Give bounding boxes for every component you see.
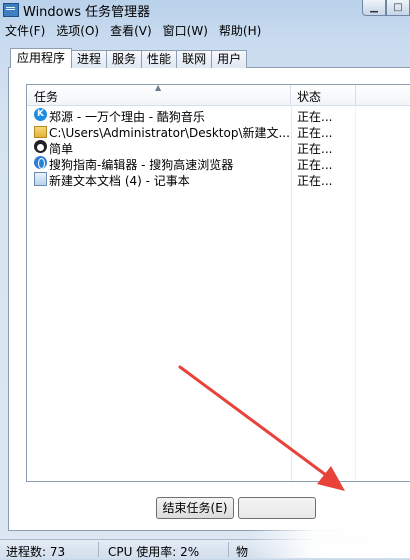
tab-applications[interactable]: 应用程序 bbox=[10, 48, 73, 68]
annotation-arrow-icon bbox=[178, 365, 345, 491]
task-manager-window: Windows 任务管理器 ▁ □ 文件(F) 选项(O) 查看(V) 窗口(W… bbox=[0, 0, 410, 559]
